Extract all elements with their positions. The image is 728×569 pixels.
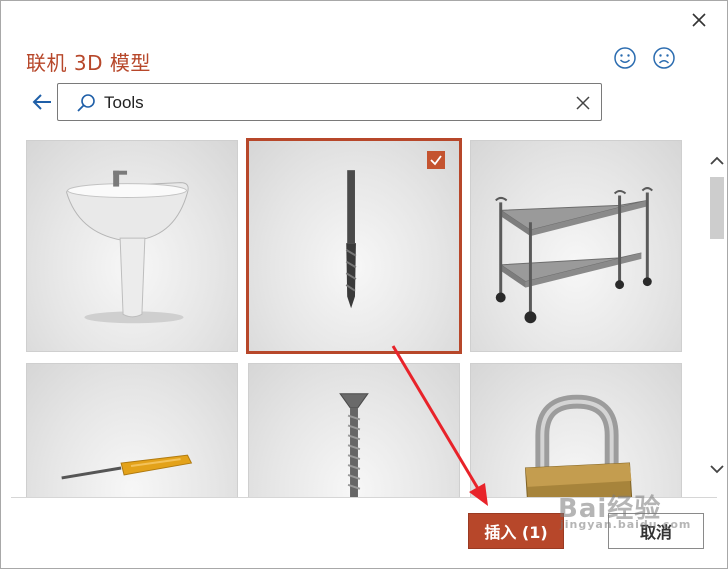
checkmark-icon (430, 155, 442, 166)
utility-cart-image (495, 187, 653, 324)
model-tile-utility-cart[interactable] (470, 140, 682, 352)
model-tile-washbasin[interactable] (26, 140, 238, 352)
selected-checkbox[interactable] (427, 151, 445, 169)
screwdriver-image (61, 454, 193, 480)
screw-image (339, 393, 369, 497)
back-arrow-icon[interactable] (31, 91, 53, 113)
search-icon (77, 94, 95, 112)
drill-bit-image (345, 170, 357, 309)
results-scrollbar[interactable] (707, 147, 727, 487)
close-icon[interactable] (688, 9, 710, 31)
model-tile-padlock[interactable] (470, 363, 682, 497)
online-3d-models-dialog: 联机 3D 模型 Tools 插入 (1) 取消 (0, 0, 728, 569)
dialog-title: 联机 3D 模型 (26, 51, 151, 75)
model-tile-screwdriver[interactable] (26, 363, 238, 497)
cancel-button[interactable]: 取消 (608, 513, 704, 549)
padlock-image (524, 394, 633, 497)
scroll-down-icon[interactable] (707, 459, 727, 479)
smile-icon[interactable] (613, 46, 637, 70)
scrollbar-thumb[interactable] (710, 177, 724, 239)
clear-icon[interactable] (573, 93, 593, 113)
frown-icon[interactable] (652, 46, 676, 70)
insert-button[interactable]: 插入 (1) (468, 513, 564, 549)
model-tile-drill-bit[interactable] (246, 138, 462, 354)
model-tile-screw[interactable] (248, 363, 460, 497)
scroll-up-icon[interactable] (707, 151, 727, 171)
search-input[interactable] (104, 91, 564, 115)
footer-divider (11, 497, 717, 498)
search-box (57, 83, 602, 121)
washbasin-image (66, 170, 189, 324)
model-results-grid (1, 135, 707, 497)
